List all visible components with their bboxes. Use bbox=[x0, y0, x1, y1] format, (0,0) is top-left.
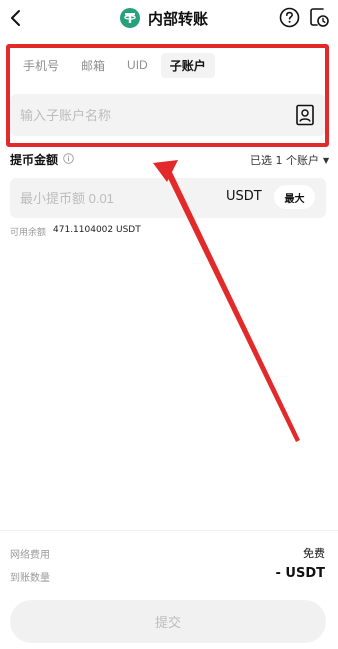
balance-value: 471.1104002 USDT bbox=[53, 225, 141, 235]
submit-button[interactable]: 提交 bbox=[10, 600, 326, 643]
amount-label: 提币金额 bbox=[10, 153, 59, 167]
top-bar: 内部转账 bbox=[0, 0, 338, 38]
tab-email[interactable]: 邮箱 bbox=[72, 53, 114, 78]
tab-subaccount[interactable]: 子账户 bbox=[160, 52, 215, 78]
chevron-left-icon bbox=[11, 10, 20, 26]
usdt-tether-icon bbox=[120, 8, 140, 28]
history-clock-icon[interactable] bbox=[308, 6, 330, 28]
amount-field: USDT 最大 bbox=[10, 178, 326, 218]
available-balance: 可用余额 471.1104002 USDT bbox=[10, 225, 141, 238]
account-select-label: 已选 1 个账户 bbox=[250, 154, 319, 167]
help-circle-icon[interactable] bbox=[279, 7, 300, 28]
currency-unit: USDT bbox=[226, 189, 262, 204]
contact-book-icon[interactable] bbox=[295, 104, 315, 126]
balance-label: 可用余额 bbox=[10, 228, 47, 238]
recipient-type-tabs: 手机号 邮箱 UID 子账户 bbox=[14, 52, 215, 78]
info-icon[interactable] bbox=[63, 153, 74, 164]
account-select-dropdown[interactable]: 已选 1 个账户 ▼ bbox=[250, 152, 329, 168]
subaccount-input[interactable] bbox=[20, 105, 270, 125]
tab-uid[interactable]: UID bbox=[118, 54, 157, 76]
network-fee-value: 免费 bbox=[303, 547, 325, 560]
max-button[interactable]: 最大 bbox=[274, 185, 315, 209]
back-button[interactable] bbox=[4, 6, 26, 30]
receive-amount-value: - USDT bbox=[275, 566, 326, 581]
subaccount-field bbox=[10, 94, 326, 136]
network-fee-label: 网络费用 bbox=[10, 550, 50, 561]
page-title: 内部转账 bbox=[148, 9, 209, 28]
title-group: 内部转账 bbox=[120, 6, 208, 30]
receive-amount-label: 到账数量 bbox=[10, 573, 50, 584]
caret-down-icon: ▼ bbox=[323, 155, 330, 165]
footer-divider bbox=[0, 530, 338, 531]
tab-phone[interactable]: 手机号 bbox=[14, 53, 68, 78]
amount-input[interactable] bbox=[20, 188, 210, 208]
